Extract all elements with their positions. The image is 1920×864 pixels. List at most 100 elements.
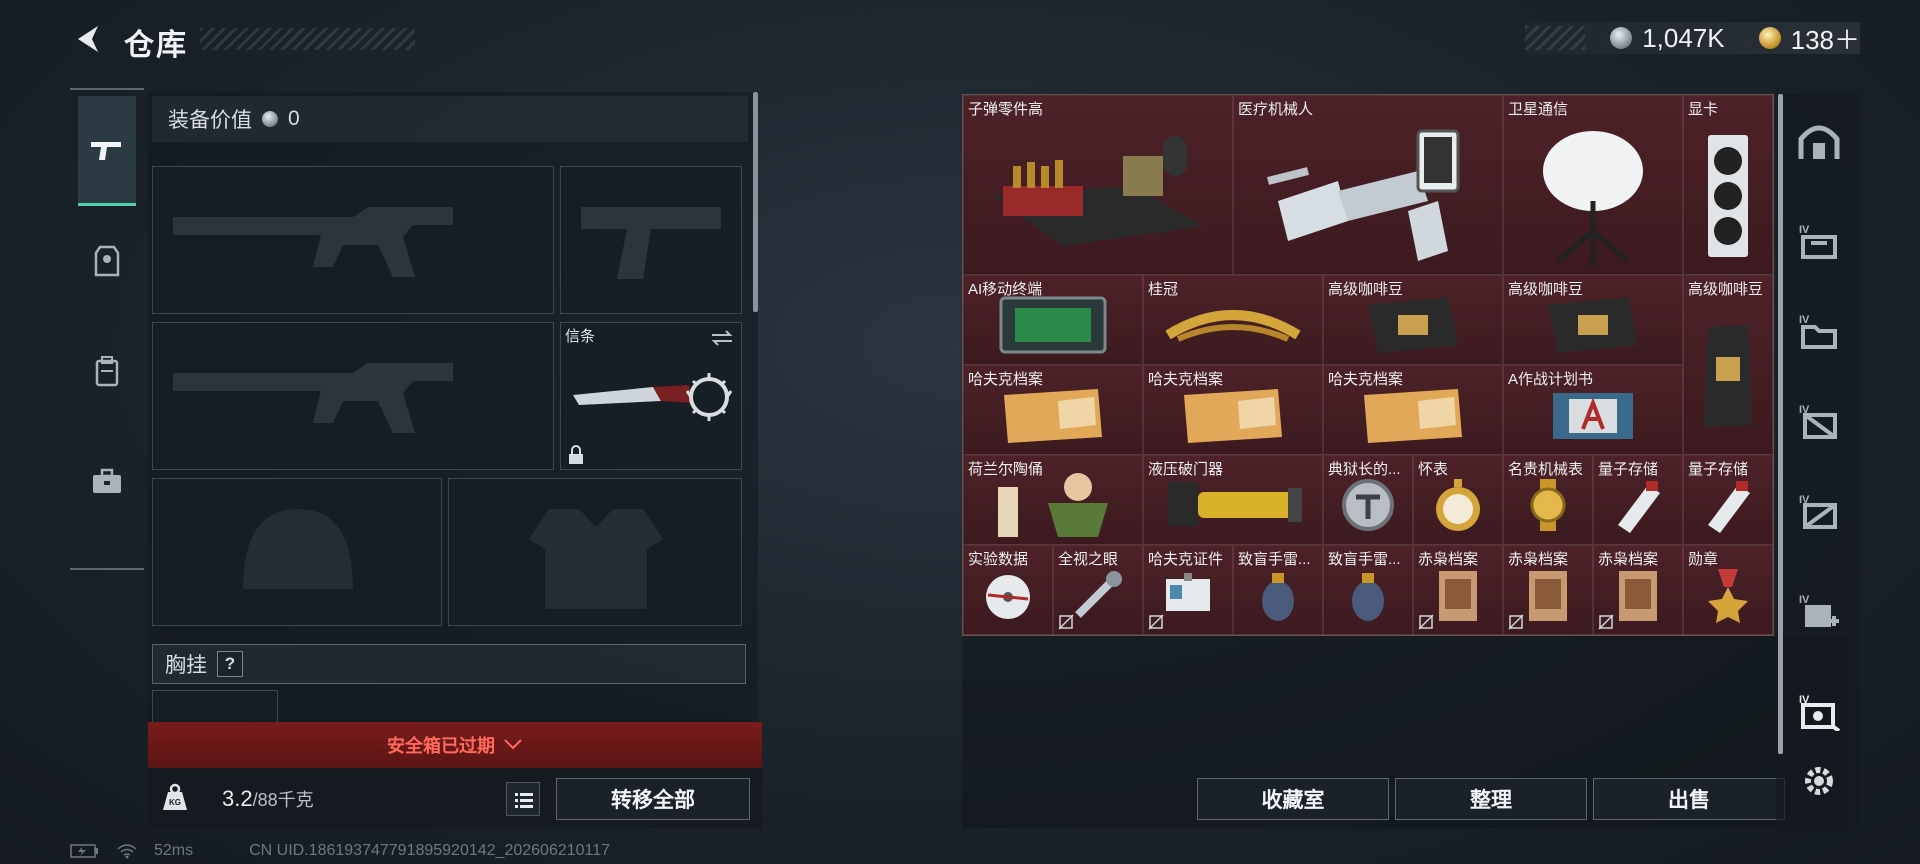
silver-coin-icon: [262, 111, 278, 127]
armor-slot[interactable]: [448, 478, 742, 626]
pistol-slot[interactable]: [560, 166, 742, 314]
tab-main-stash[interactable]: [1796, 118, 1842, 164]
collection-room-button[interactable]: 收藏室: [1197, 778, 1389, 820]
grid-item[interactable]: 怀表: [1413, 455, 1503, 545]
grid-item[interactable]: 高级咖啡豆: [1683, 275, 1773, 455]
grid-item[interactable]: 量子存储: [1593, 455, 1683, 545]
grid-item[interactable]: 哈夫克档案: [963, 365, 1143, 455]
back-button[interactable]: [70, 20, 108, 58]
tab-extension-4[interactable]: IV: [1796, 488, 1842, 534]
stash-grid: 子弹零件高 医疗机械人 卫星通信 显卡 AI移动终端 桂冠 高级咖啡豆 高级咖啡…: [962, 94, 1774, 636]
grid-item[interactable]: 哈夫克证件: [1143, 545, 1233, 635]
tab-extension-6[interactable]: IV: [1796, 688, 1842, 734]
warden-badge-icon: [1342, 479, 1394, 532]
nav-weapons[interactable]: [78, 96, 136, 206]
extension-crate-icon: IV: [1799, 494, 1837, 529]
page-title: 仓库: [124, 29, 188, 62]
list-view-button[interactable]: [506, 782, 540, 816]
chest-rig-help-button[interactable]: ?: [217, 651, 243, 677]
medical-robot-icon: [1267, 129, 1460, 261]
grid-item[interactable]: A作战计划书: [1503, 365, 1683, 455]
grid-item[interactable]: 显卡: [1683, 95, 1773, 275]
left-category-nav: [70, 88, 144, 570]
tab-extension-2[interactable]: IV: [1796, 308, 1842, 354]
swap-icon[interactable]: [709, 327, 735, 349]
transfer-all-button[interactable]: 转移全部: [556, 778, 750, 820]
grid-item[interactable]: 赤枭档案: [1503, 545, 1593, 635]
uid-text: CN UID.186193747791895920142_20260621011…: [249, 842, 611, 859]
id-card-icon: [1166, 573, 1210, 612]
grid-item[interactable]: 子弹零件高: [963, 95, 1233, 275]
warehouse-icon: [1798, 125, 1840, 159]
graphics-card-icon: [1708, 134, 1748, 257]
owl-archive-icon: [1619, 571, 1657, 622]
nav-helmet-armor[interactable]: [78, 206, 136, 316]
title-decoration: [200, 28, 415, 50]
grid-item[interactable]: 桂冠: [1143, 275, 1323, 365]
laurel-crown-icon: [1165, 310, 1301, 343]
weight-current: 3.2: [222, 786, 253, 811]
nav-backpack[interactable]: [78, 316, 136, 426]
grid-item[interactable]: 实验数据: [963, 545, 1053, 635]
gold-coin-icon: [1758, 27, 1781, 49]
grid-item[interactable]: 量子存储: [1683, 455, 1773, 545]
grid-item[interactable]: 典狱长的...: [1323, 455, 1413, 545]
knife-icon: [573, 373, 733, 421]
settings-button[interactable]: [1796, 758, 1842, 804]
grid-item[interactable]: AI移动终端: [963, 275, 1143, 365]
grid-item[interactable]: 高级咖啡豆: [1323, 275, 1503, 365]
grid-item[interactable]: 卫星通信: [1503, 95, 1683, 275]
grid-item[interactable]: 名贵机械表: [1503, 455, 1593, 545]
grid-item[interactable]: 液压破门器: [1143, 455, 1323, 545]
grid-item[interactable]: 全视之眼: [1053, 545, 1143, 635]
grid-item[interactable]: 勋章: [1683, 545, 1773, 635]
document-folder-icon: [1184, 389, 1282, 444]
no-capacity-icon: [1148, 614, 1164, 630]
silver-amount: 1,047K: [1642, 22, 1725, 53]
briefcase-icon: [93, 468, 121, 493]
equipment-value-row: 装备价值 0: [152, 96, 748, 142]
lock-icon: [569, 445, 583, 464]
grid-item[interactable]: 赤枭档案: [1593, 545, 1683, 635]
tab-extension-3[interactable]: IV: [1796, 398, 1842, 444]
secondary-weapon-slot[interactable]: [152, 322, 554, 470]
no-capacity-icon: [1418, 614, 1434, 630]
sort-button[interactable]: 整理: [1395, 778, 1587, 820]
ping-text: 52ms: [154, 842, 194, 859]
weight-icon: KG: [163, 783, 187, 810]
tab-extension-1[interactable]: IV: [1796, 218, 1842, 264]
coffee-beans-bag-icon: [1368, 297, 1458, 354]
coffee-beans-bag-icon: [1548, 297, 1638, 354]
extension-crate-icon: IV: [1799, 404, 1837, 439]
grid-item[interactable]: 致盲手雷...: [1233, 545, 1323, 635]
quantum-storage-icon: [1708, 481, 1750, 534]
grid-item[interactable]: 哈夫克档案: [1323, 365, 1503, 455]
status-bar: 52ms CN UID.186193747791895920142_202606…: [70, 842, 610, 860]
currency-decoration: [1525, 26, 1585, 50]
back-arrow-icon: [78, 26, 98, 52]
currency-bar: 1,047K 138＋: [1525, 20, 1860, 57]
weight-icon-text: KG: [169, 798, 181, 807]
vest-silhouette-icon: [529, 509, 663, 609]
grid-item[interactable]: 医疗机械人: [1233, 95, 1503, 275]
grid-item[interactable]: 荷兰尔陶俑: [963, 455, 1143, 545]
grid-item[interactable]: 高级咖啡豆: [1503, 275, 1683, 365]
safebox-expired-text: 安全箱已过期: [387, 736, 495, 756]
grid-item[interactable]: 赤枭档案: [1413, 545, 1503, 635]
safebox-expired-banner[interactable]: 安全箱已过期: [148, 722, 762, 768]
nav-case[interactable]: [78, 426, 136, 536]
extension-safe-icon: IV: [1799, 694, 1841, 731]
grid-item[interactable]: 致盲手雷...: [1323, 545, 1413, 635]
weight-max: /88千克: [252, 790, 314, 810]
sell-button[interactable]: 出售: [1593, 778, 1785, 820]
owl-archive-icon: [1529, 571, 1567, 622]
chest-rig-slot[interactable]: [152, 690, 278, 722]
primary-weapon-slot[interactable]: [152, 166, 554, 314]
loadout-scrollbar[interactable]: [753, 92, 758, 312]
tab-extension-5[interactable]: IV: [1796, 588, 1842, 634]
sidebar-scroll-thumb[interactable]: [1778, 94, 1783, 754]
knife-slot[interactable]: 信条: [560, 322, 742, 470]
helmet-slot[interactable]: [152, 478, 442, 626]
grid-item[interactable]: 哈夫克档案: [1143, 365, 1323, 455]
gold-amount[interactable]: 138＋: [1791, 20, 1860, 57]
